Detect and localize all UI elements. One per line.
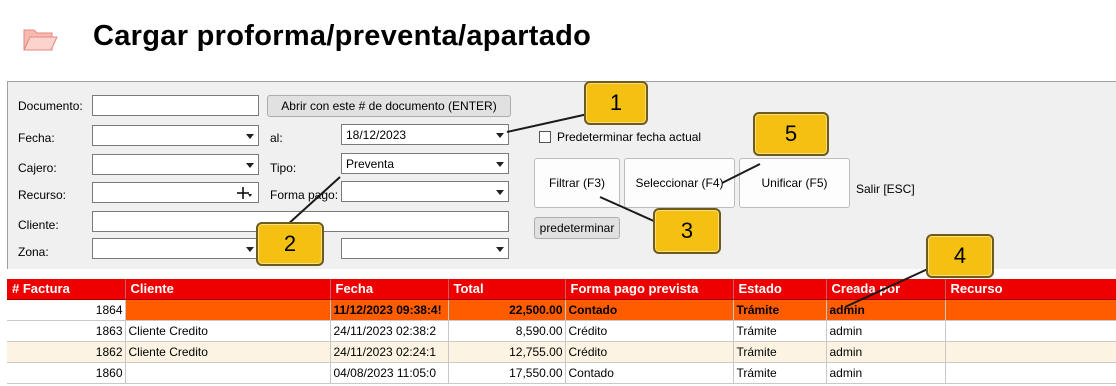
callout-1: 1 — [584, 81, 648, 125]
callout-4-arrow — [844, 267, 931, 308]
callout-2-arrow — [285, 176, 341, 227]
callout-4: 4 — [926, 234, 994, 278]
callout-arrows — [285, 113, 931, 308]
callout-2: 2 — [256, 222, 324, 266]
callout-3: 3 — [653, 208, 721, 254]
callout-5: 5 — [753, 112, 829, 156]
callout-3-arrow — [599, 196, 657, 223]
callout-5-arrow — [721, 163, 761, 184]
callout-1-arrow — [506, 113, 589, 133]
